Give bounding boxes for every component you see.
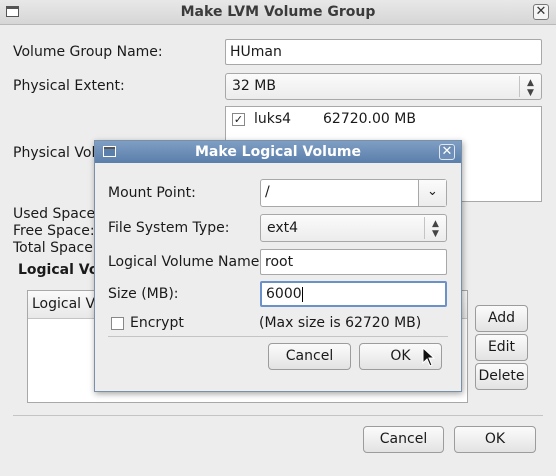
fs-type-value: ext4 <box>267 220 299 236</box>
pv-checkbox[interactable]: ✓ <box>232 113 245 126</box>
physical-volumes-label: Physical Volu <box>13 145 105 161</box>
size-input[interactable]: 6000 <box>260 281 447 307</box>
pv-size: 62720.00 MB <box>323 111 416 127</box>
physical-extent-value: 32 MB <box>232 78 276 94</box>
size-label: Size (MB): <box>108 286 179 302</box>
main-cancel-button[interactable]: Cancel <box>363 426 444 453</box>
used-space-label: Used Space: <box>13 206 100 222</box>
encrypt-label[interactable]: Encrypt <box>130 315 184 331</box>
fs-type-label: File System Type: <box>108 220 230 236</box>
encrypt-checkbox[interactable] <box>111 317 124 330</box>
mount-point-combo[interactable]: / ⌄ <box>260 179 447 207</box>
add-button[interactable]: Add <box>475 305 528 332</box>
lv-name-label: Logical Volume Name: <box>108 254 265 270</box>
main-close-icon[interactable]: ✕ <box>533 4 549 20</box>
edit-button[interactable]: Edit <box>475 334 528 361</box>
separator <box>13 415 543 416</box>
fs-type-select[interactable]: ext4 ▲ ▼ <box>260 214 447 242</box>
physical-extent-select[interactable]: 32 MB ▲ ▼ <box>225 73 542 100</box>
text-cursor <box>301 286 303 302</box>
dialog-close-icon[interactable]: ✕ <box>439 144 455 160</box>
vg-name-label: Volume Group Name: <box>13 44 163 60</box>
make-logical-volume-dialog: Make Logical Volume ✕ Mount Point: / ⌄ F… <box>94 140 462 392</box>
vg-name-input[interactable]: HUman <box>225 39 542 65</box>
free-space-label: Free Space: <box>13 223 95 239</box>
dialog-separator <box>108 336 448 337</box>
total-space-label: Total Space: <box>13 240 98 256</box>
size-value: 6000 <box>266 286 302 302</box>
updown-arrows-icon: ▲ ▼ <box>424 217 446 239</box>
mouse-pointer-icon <box>422 347 436 367</box>
updown-arrows-icon: ▲ ▼ <box>519 76 541 98</box>
mount-point-input[interactable]: / <box>265 184 270 200</box>
main-window-title: Make LVM Volume Group <box>180 4 376 20</box>
chevron-down-icon[interactable]: ⌄ <box>418 180 446 206</box>
dialog-title: Make Logical Volume <box>195 144 361 160</box>
physical-extent-label: Physical Extent: <box>13 78 125 94</box>
pv-name: luks4 <box>254 111 292 127</box>
max-size-text: (Max size is 62720 MB) <box>259 315 422 331</box>
logical-volumes-heading: Logical Vo <box>18 262 99 278</box>
lv-name-input[interactable]: root <box>260 249 447 275</box>
main-ok-button[interactable]: OK <box>454 426 536 453</box>
dialog-cancel-button[interactable]: Cancel <box>268 343 351 370</box>
mount-point-label: Mount Point: <box>108 185 196 201</box>
lv-column-header[interactable]: Logical Vo <box>32 296 103 312</box>
delete-button[interactable]: Delete <box>475 363 528 390</box>
